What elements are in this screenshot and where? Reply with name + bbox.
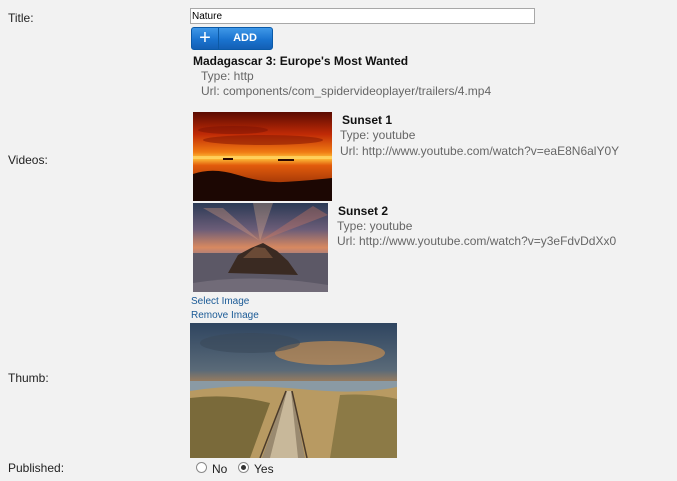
- thumb-image: [190, 323, 397, 458]
- video-type: Type: http: [201, 69, 254, 83]
- published-no-label: No: [212, 462, 228, 476]
- published-label: Published:: [8, 461, 65, 475]
- plus-icon: +: [192, 28, 219, 49]
- videos-label: Videos:: [8, 153, 48, 167]
- video-thumbnail-sunset-2: [193, 203, 328, 292]
- published-yes-label: Yes: [254, 462, 274, 476]
- video-title: Sunset 1: [342, 113, 393, 127]
- thumb-label: Thumb:: [8, 371, 49, 385]
- add-video-button[interactable]: + ADD: [191, 27, 273, 50]
- video-title: Madagascar 3: Europe's Most Wanted: [193, 54, 409, 68]
- video-url: Url: components/com_spidervideoplayer/tr…: [201, 84, 492, 98]
- remove-image-link[interactable]: Remove Image: [191, 310, 259, 321]
- video-type: Type: youtube: [337, 219, 413, 233]
- add-button-label: ADD: [233, 32, 257, 44]
- published-yes-radio[interactable]: [238, 462, 249, 473]
- video-url: Url: http://www.youtube.com/watch?v=eaE8…: [340, 144, 620, 158]
- title-label: Title:: [8, 11, 34, 25]
- title-input[interactable]: [190, 8, 535, 24]
- published-no-radio[interactable]: [196, 462, 207, 473]
- select-image-link[interactable]: Select Image: [191, 296, 249, 307]
- video-url: Url: http://www.youtube.com/watch?v=y3eF…: [337, 234, 617, 248]
- video-thumbnail-sunset-1: [193, 112, 332, 201]
- video-type: Type: youtube: [340, 128, 416, 142]
- video-title: Sunset 2: [338, 204, 389, 218]
